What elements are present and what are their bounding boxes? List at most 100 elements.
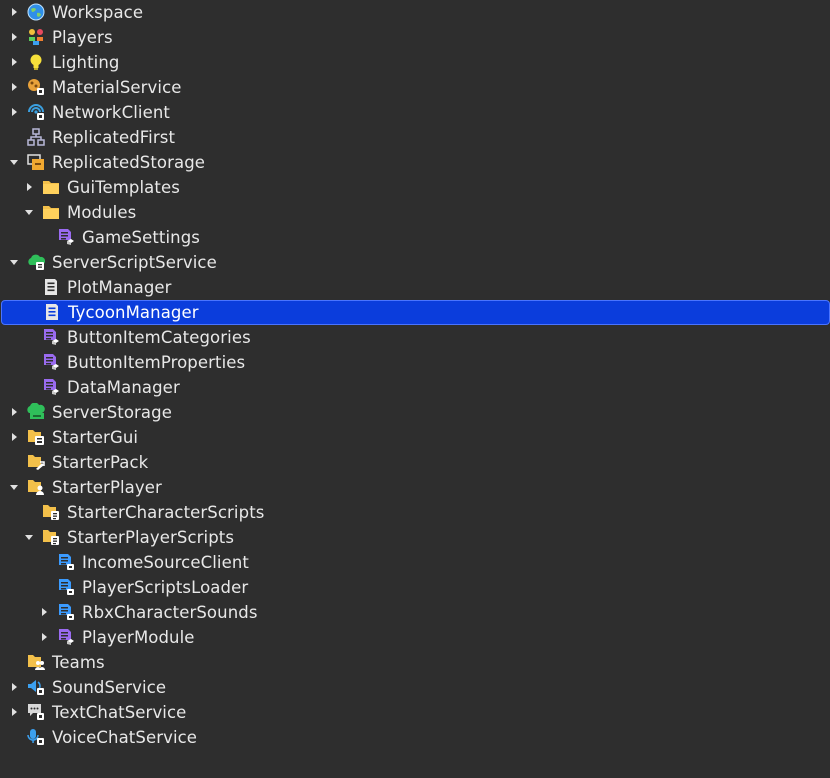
tree-item-label: PlotManager — [67, 278, 172, 297]
tree-item-label: Players — [52, 28, 113, 47]
sound-service-icon — [27, 678, 45, 696]
expand-arrow-icon[interactable] — [10, 82, 20, 92]
tree-item-playermodule[interactable]: PlayerModule — [0, 625, 830, 650]
starter-player-icon — [27, 478, 45, 496]
tree-item-serverstorage[interactable]: ServerStorage — [0, 400, 830, 425]
material-service-icon — [27, 78, 45, 96]
starter-pack-icon — [27, 453, 45, 471]
tree-item-label: Teams — [52, 653, 105, 672]
expand-arrow-icon[interactable] — [40, 607, 50, 617]
starter-character-scripts-icon — [42, 503, 60, 521]
tree-item-lighting[interactable]: Lighting — [0, 50, 830, 75]
tree-item-guitemplates[interactable]: GuiTemplates — [0, 175, 830, 200]
tree-item-plotmanager[interactable]: PlotManager — [0, 275, 830, 300]
script-icon — [42, 278, 60, 296]
tree-item-label: DataManager — [67, 378, 180, 397]
server-script-service-icon — [27, 253, 45, 271]
server-storage-icon — [27, 403, 45, 421]
expand-arrow-icon[interactable] — [10, 432, 20, 442]
tree-item-label: PlayerModule — [82, 628, 195, 647]
expand-arrow-icon[interactable] — [10, 707, 20, 717]
tree-item-networkclient[interactable]: NetworkClient — [0, 100, 830, 125]
expand-arrow-icon[interactable] — [10, 107, 20, 117]
players-icon — [27, 28, 45, 46]
collapse-arrow-icon[interactable] — [10, 257, 20, 267]
expand-arrow-icon[interactable] — [10, 682, 20, 692]
workspace-globe-icon — [27, 3, 45, 21]
tree-item-workspace[interactable]: Workspace — [0, 0, 830, 25]
tree-item-textchatservice[interactable]: TextChatService — [0, 700, 830, 725]
tree-item-serverscriptservice[interactable]: ServerScriptService — [0, 250, 830, 275]
expand-arrow-icon[interactable] — [10, 7, 20, 17]
module-script-icon — [57, 628, 75, 646]
tree-item-label: TextChatService — [52, 703, 187, 722]
starter-player-scripts-icon — [42, 528, 60, 546]
collapse-arrow-icon[interactable] — [10, 482, 20, 492]
tree-item-buttonitemproperties[interactable]: ButtonItemProperties — [0, 350, 830, 375]
replicated-storage-icon — [27, 153, 45, 171]
tree-item-gamesettings[interactable]: GameSettings — [0, 225, 830, 250]
tree-item-label: NetworkClient — [52, 103, 170, 122]
tree-item-teams[interactable]: Teams — [0, 650, 830, 675]
tree-item-label: GameSettings — [82, 228, 200, 247]
replicated-first-icon — [27, 128, 45, 146]
tree-item-incomesourceclient[interactable]: IncomeSourceClient — [0, 550, 830, 575]
tree-item-datamanager[interactable]: DataManager — [0, 375, 830, 400]
tree-item-label: ServerStorage — [52, 403, 172, 422]
tree-item-label: TycoonManager — [68, 303, 199, 322]
explorer-tree: Workspace Players Lighting MaterialServi… — [0, 0, 830, 778]
module-script-icon — [42, 353, 60, 371]
collapse-arrow-icon[interactable] — [25, 532, 35, 542]
collapse-arrow-icon[interactable] — [10, 157, 20, 167]
tree-item-starterplayerscripts[interactable]: StarterPlayerScripts — [0, 525, 830, 550]
tree-item-label: Modules — [67, 203, 137, 222]
tree-item-label: ReplicatedStorage — [52, 153, 206, 172]
tree-item-players[interactable]: Players — [0, 25, 830, 50]
tree-item-voicechatservice[interactable]: VoiceChatService — [0, 725, 830, 750]
tree-item-buttonitemcategories[interactable]: ButtonItemCategories — [0, 325, 830, 350]
teams-icon — [27, 653, 45, 671]
tree-item-label: IncomeSourceClient — [82, 553, 249, 572]
tree-item-rbxcharactersounds[interactable]: RbxCharacterSounds — [0, 600, 830, 625]
tree-item-starterplayer[interactable]: StarterPlayer — [0, 475, 830, 500]
tree-item-label: ButtonItemProperties — [67, 353, 246, 372]
module-script-icon — [57, 228, 75, 246]
tree-item-label: Lighting — [52, 53, 120, 72]
tree-item-label: GuiTemplates — [67, 178, 180, 197]
expand-arrow-icon[interactable] — [40, 632, 50, 642]
local-script-icon — [57, 603, 75, 621]
tree-item-replicatedfirst[interactable]: ReplicatedFirst — [0, 125, 830, 150]
tree-item-label: StarterPack — [52, 453, 149, 472]
tree-item-modules[interactable]: Modules — [0, 200, 830, 225]
tree-item-label: ButtonItemCategories — [67, 328, 251, 347]
starter-gui-icon — [27, 428, 45, 446]
tree-item-label: VoiceChatService — [52, 728, 198, 747]
tree-item-label: PlayerScriptsLoader — [82, 578, 249, 597]
voice-chat-service-icon — [27, 728, 45, 746]
tree-item-label: StarterCharacterScripts — [67, 503, 265, 522]
tree-item-materialservice[interactable]: MaterialService — [0, 75, 830, 100]
tree-item-tycoonmanager-selected[interactable]: TycoonManager — [1, 300, 830, 325]
collapse-arrow-icon[interactable] — [25, 207, 35, 217]
tree-item-starterpack[interactable]: StarterPack — [0, 450, 830, 475]
local-script-icon — [57, 578, 75, 596]
local-script-icon — [57, 553, 75, 571]
expand-arrow-icon[interactable] — [10, 407, 20, 417]
tree-item-label: ServerScriptService — [52, 253, 217, 272]
tree-item-label: ReplicatedFirst — [52, 128, 176, 147]
text-chat-service-icon — [27, 703, 45, 721]
tree-item-startercharacterscripts[interactable]: StarterCharacterScripts — [0, 500, 830, 525]
expand-arrow-icon[interactable] — [10, 57, 20, 67]
script-icon — [43, 303, 61, 321]
tree-item-label: MaterialService — [52, 78, 182, 97]
expand-arrow-icon[interactable] — [25, 182, 35, 192]
tree-item-label: StarterGui — [52, 428, 139, 447]
tree-item-replicatedstorage[interactable]: ReplicatedStorage — [0, 150, 830, 175]
tree-item-label: SoundService — [52, 678, 167, 697]
expand-arrow-icon[interactable] — [10, 32, 20, 42]
tree-item-playerscriptsloader[interactable]: PlayerScriptsLoader — [0, 575, 830, 600]
tree-item-startergui[interactable]: StarterGui — [0, 425, 830, 450]
folder-icon — [42, 203, 60, 221]
tree-item-soundservice[interactable]: SoundService — [0, 675, 830, 700]
folder-icon — [42, 178, 60, 196]
